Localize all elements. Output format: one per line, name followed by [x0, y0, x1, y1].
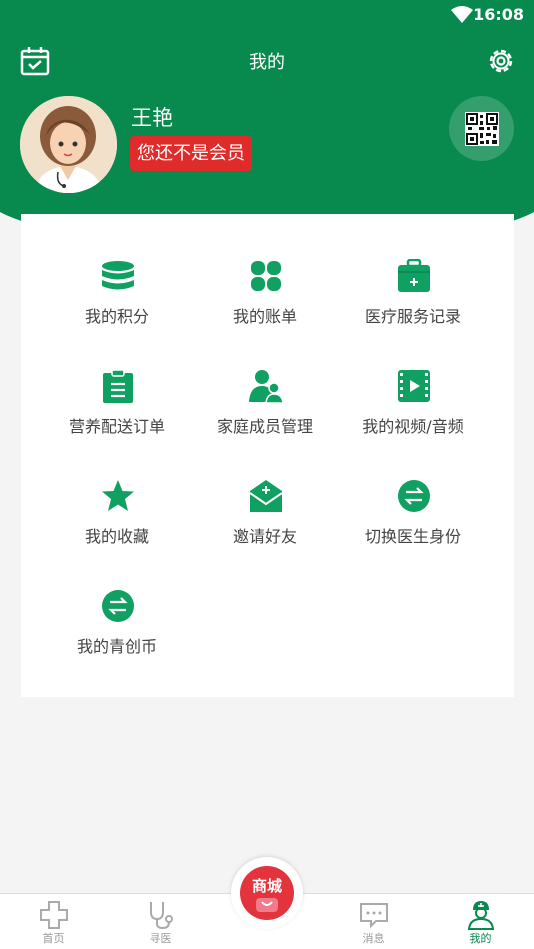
menu-item-medical-records[interactable]: 医疗服务记录	[331, 219, 495, 329]
nurse-icon	[467, 901, 495, 930]
switch-icon	[102, 590, 134, 622]
doctor-avatar-icon	[20, 96, 117, 193]
qr-code-button[interactable]	[449, 96, 514, 161]
invite-mail-icon	[249, 480, 283, 512]
medical-kit-icon	[398, 259, 430, 292]
menu-item-invite[interactable]: 邀请好友	[183, 439, 347, 549]
star-icon	[102, 480, 134, 511]
user-name: 王艳	[131, 106, 173, 130]
menu-item-label: 家庭成员管理	[216, 417, 313, 436]
wifi-icon	[451, 6, 473, 23]
shop-bag-icon: 商城	[240, 866, 294, 920]
menu-item-label: 我的收藏	[84, 527, 149, 546]
menu-item-label: 我的视频/音频	[362, 417, 464, 436]
shop-label: 商城	[251, 877, 282, 895]
status-bar: 16:08	[0, 0, 534, 28]
menu-item-label: 医疗服务记录	[364, 307, 461, 326]
avatar[interactable]	[20, 96, 117, 193]
member-status-badge[interactable]: 您还不是会员	[130, 136, 252, 171]
menu-item-favorites[interactable]: 我的收藏	[35, 439, 199, 549]
coins-stack-icon	[102, 261, 134, 290]
menu-item-switch-doctor[interactable]: 切换医生身份	[331, 439, 495, 549]
menu-item-bills[interactable]: 我的账单	[183, 219, 347, 329]
menu-item-points[interactable]: 我的积分	[35, 219, 199, 329]
menu-item-family[interactable]: 家庭成员管理	[183, 329, 347, 439]
menu-item-label: 我的青创币	[76, 637, 157, 656]
bill-grid-icon	[251, 261, 281, 291]
qr-code-icon	[464, 111, 499, 146]
stethoscope-icon	[150, 902, 173, 930]
menu-item-label: 邀请好友	[232, 527, 297, 546]
nav-label: 首页	[42, 932, 65, 945]
family-icon	[249, 370, 283, 403]
shopping-bag-icon	[256, 898, 278, 912]
menu-item-label: 切换医生身份	[364, 527, 461, 546]
nav-label: 我的	[469, 932, 492, 945]
menu-item-label: 我的积分	[84, 307, 149, 326]
menu-item-qingchuang-coins[interactable]: 我的青创币	[35, 549, 199, 659]
status-time: 16:08	[473, 5, 524, 24]
menu-card: 我的积分 我的账单 医疗服务记录 营养配送订单 家庭成员管理 我的视频/音频 我…	[21, 214, 514, 697]
clipboard-icon	[103, 369, 133, 403]
nav-label: 寻医	[149, 932, 172, 945]
profile-section: 王艳 您还不是会员	[20, 96, 514, 196]
title-bar: 我的	[0, 42, 534, 82]
message-icon	[360, 903, 388, 929]
nav-item-find-doctor[interactable]: 寻医	[107, 894, 214, 949]
nav-label: 消息	[362, 932, 385, 945]
nav-item-messages[interactable]: 消息	[320, 894, 427, 949]
menu-item-nutrition-orders[interactable]: 营养配送订单	[35, 329, 199, 439]
nav-item-mine[interactable]: 我的	[427, 894, 534, 949]
shop-button[interactable]: 商城	[231, 857, 303, 929]
menu-item-video-audio[interactable]: 我的视频/音频	[331, 329, 495, 439]
nav-item-home[interactable]: 首页	[0, 894, 107, 949]
home-cross-icon	[40, 901, 68, 929]
menu-item-label: 营养配送订单	[68, 417, 165, 436]
switch-icon	[398, 480, 430, 512]
menu-item-label: 我的账单	[232, 307, 297, 326]
video-icon	[398, 370, 430, 402]
page-title: 我的	[249, 52, 285, 73]
gear-icon[interactable]	[486, 46, 516, 76]
